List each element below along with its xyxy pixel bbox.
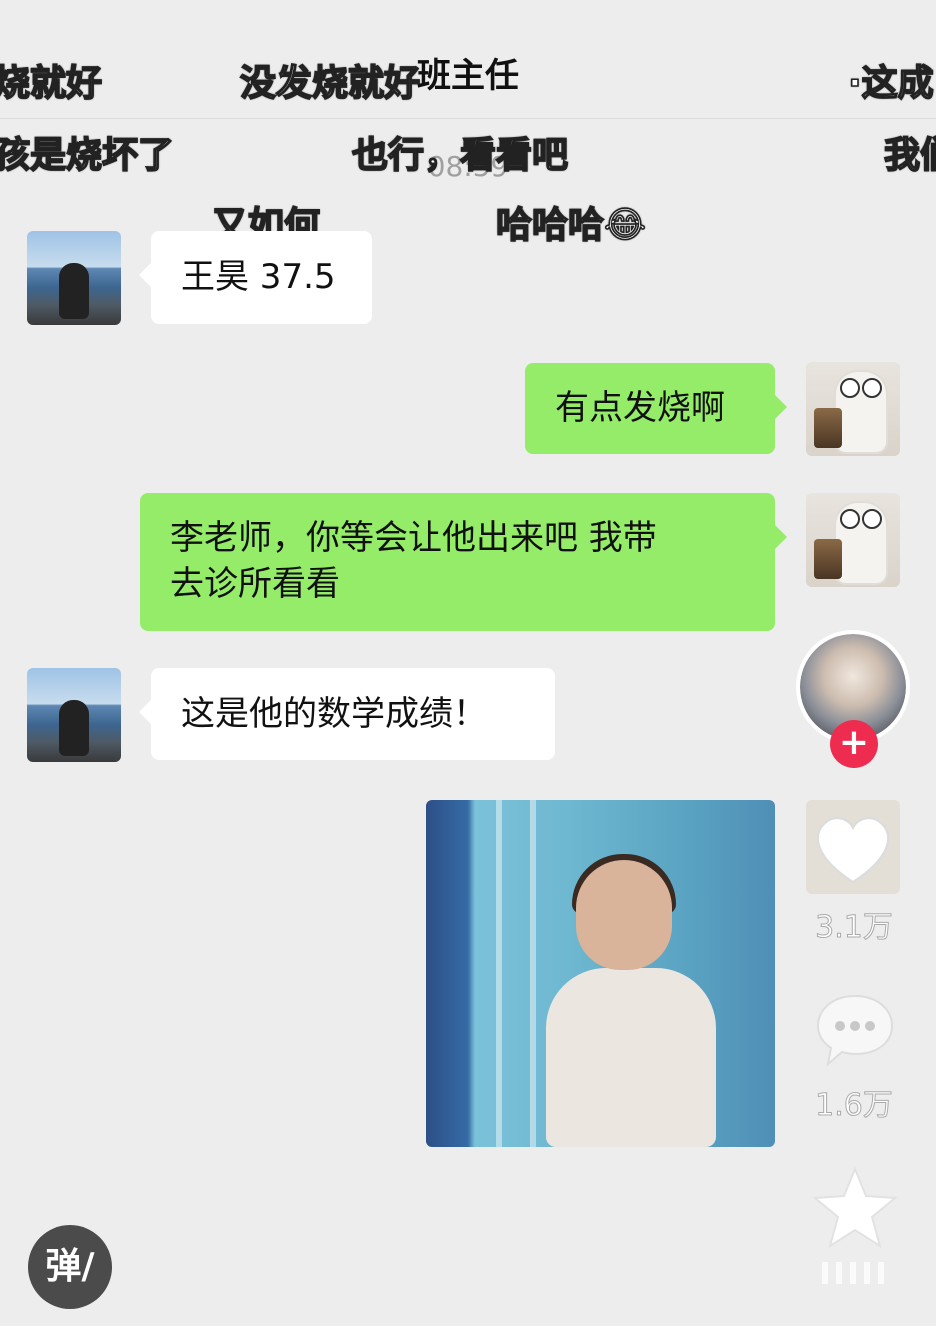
danmaku-comment: 我们 bbox=[883, 134, 936, 177]
heart-icon[interactable] bbox=[806, 800, 900, 894]
message-text: 有点发烧啊 bbox=[555, 388, 725, 428]
star-icon[interactable] bbox=[812, 1166, 898, 1250]
danmu-toggle-button[interactable]: 弹/ bbox=[28, 1225, 112, 1309]
message-text: 这是他的数学成绩！ bbox=[181, 694, 487, 734]
danmaku-comment: 没发烧就好 bbox=[239, 62, 421, 105]
comment-icon[interactable] bbox=[814, 992, 896, 1068]
message-text-line: 李老师，你等会让他出来吧 我带 bbox=[170, 518, 657, 558]
header-divider bbox=[0, 118, 936, 119]
teacher-avatar[interactable] bbox=[27, 668, 121, 762]
chat-title: 班主任 bbox=[417, 56, 519, 96]
sticker-image[interactable] bbox=[426, 800, 775, 1147]
danmaku-comment: ·这成 bbox=[847, 62, 934, 105]
favorite-count bbox=[822, 1262, 888, 1284]
message-bubble[interactable]: 有点发烧啊 bbox=[525, 363, 787, 454]
like-count: 3.1万 bbox=[815, 910, 894, 946]
danmaku-comment: 烧就好 bbox=[0, 62, 103, 105]
message-text-line: 去诊所看看 bbox=[170, 564, 340, 604]
message-bubble[interactable]: 这是他的数学成绩！ bbox=[139, 668, 555, 760]
danmaku-comment: 也行，看看吧 bbox=[351, 134, 569, 177]
follow-button[interactable]: + bbox=[830, 720, 878, 768]
danmaku-comment: 孩是烧坏了 bbox=[0, 134, 175, 177]
message-text: 王昊 37.5 bbox=[181, 257, 336, 297]
self-avatar[interactable] bbox=[806, 362, 900, 456]
message-bubble[interactable]: 李老师，你等会让他出来吧 我带 去诊所看看 bbox=[140, 493, 787, 631]
comment-count: 1.6万 bbox=[815, 1088, 894, 1124]
self-avatar[interactable] bbox=[806, 493, 900, 587]
message-bubble[interactable]: 王昊 37.5 bbox=[139, 231, 372, 324]
teacher-avatar[interactable] bbox=[27, 231, 121, 325]
danmaku-comment: 哈哈哈😂 bbox=[495, 204, 647, 247]
